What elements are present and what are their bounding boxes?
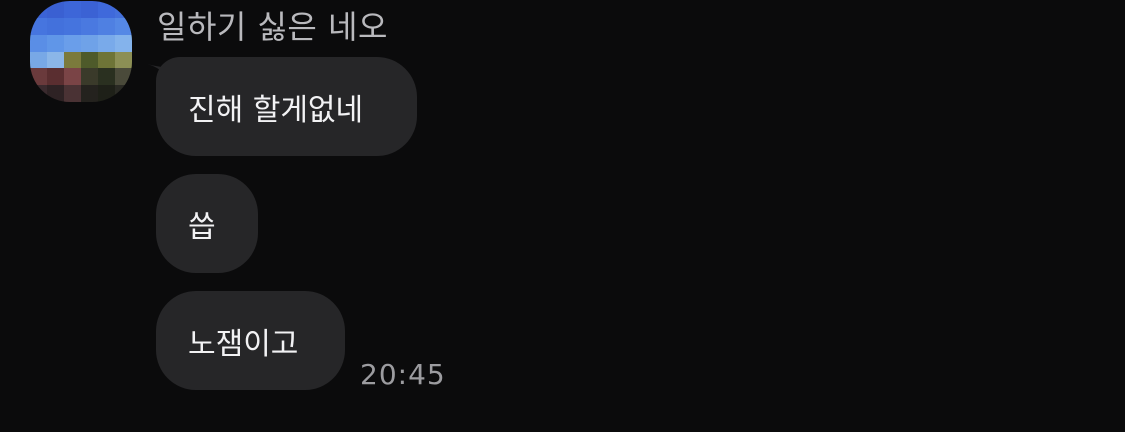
message-text: 씁 <box>188 209 216 245</box>
message-text: 진해 할게없네 <box>188 92 364 128</box>
message-bubble[interactable]: 진해 할게없네 <box>156 57 417 156</box>
message-timestamp: 20:45 <box>360 358 446 391</box>
message-bubble[interactable]: 노잼이고 <box>156 291 345 390</box>
chat-thread: 일하기 싫은 네오 진해 할게없네 씁 노잼이고 20:45 <box>0 0 1125 432</box>
avatar[interactable] <box>30 1 132 102</box>
message-bubble[interactable]: 씁 <box>156 174 258 273</box>
message-text: 노잼이고 <box>188 326 299 362</box>
sender-name: 일하기 싫은 네오 <box>157 8 388 46</box>
